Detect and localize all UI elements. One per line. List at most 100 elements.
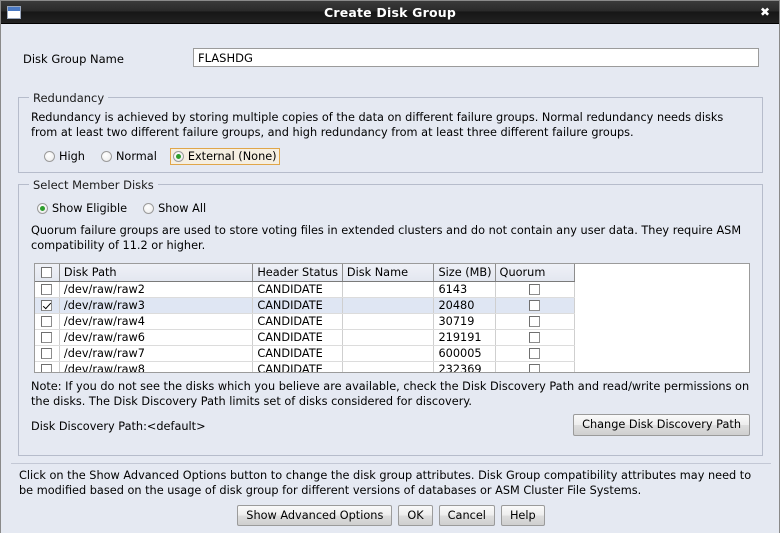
table-row[interactable]: /dev/raw/raw2 CANDIDATE 6143 [35,281,576,298]
row-select-cell[interactable] [35,313,60,330]
quorum-checkbox-icon[interactable] [529,348,541,359]
page-title: Create Disk Group [323,4,457,20]
radio-label: High [59,150,85,163]
cell-disk-name [342,345,435,362]
column-header-disk-name[interactable]: Disk Name [342,264,435,282]
radio-redundancy-normal[interactable]: Normal [98,148,160,165]
column-header-size-mb[interactable]: Size (MB) [433,264,496,282]
cell-header-status: CANDIDATE [252,329,343,346]
cell-disk-name [342,361,435,372]
cell-disk-path: /dev/raw/raw3 [59,297,254,314]
cell-header-status: CANDIDATE [252,297,343,314]
table-row[interactable]: /dev/raw/raw7 CANDIDATE 600005 [35,345,576,362]
disk-table: Disk Path Header Status Disk Name Size (… [35,264,576,372]
ok-button[interactable]: OK [398,505,433,526]
cell-disk-path: /dev/raw/raw6 [59,329,254,346]
cell-header-status: CANDIDATE [252,345,343,362]
radio-label: Show All [158,202,207,215]
disk-group-name-label: Disk Group Name [23,52,124,66]
row-select-cell[interactable] [35,361,60,372]
disk-table-container[interactable]: Disk Path Header Status Disk Name Size (… [34,263,750,373]
row-checkbox-icon[interactable] [41,284,53,295]
cell-size-mb: 219191 [433,329,496,346]
column-header-disk-path[interactable]: Disk Path [59,264,254,282]
cell-disk-name [342,281,435,298]
cell-size-mb: 232369 [433,361,496,372]
disk-filter-radio-group: Show Eligible Show All [34,200,219,217]
cell-disk-path: /dev/raw/raw4 [59,313,254,330]
cell-size-mb: 6143 [433,281,496,298]
radio-label: Normal [115,150,157,163]
select-all-checkbox-icon[interactable] [41,267,53,279]
quorum-checkbox-icon[interactable] [529,316,541,327]
cell-disk-name [342,329,435,346]
table-row[interactable]: /dev/raw/raw8 CANDIDATE 232369 [35,361,576,372]
cell-header-status: CANDIDATE [252,281,343,298]
cell-quorum[interactable] [495,361,576,372]
redundancy-radio-group: High Normal External (None) [41,148,290,165]
disk-discovery-path-value: Disk Discovery Path:<default> [31,420,206,433]
radio-redundancy-high[interactable]: High [41,148,88,165]
quorum-checkbox-icon[interactable] [529,364,541,372]
quorum-note: Quorum failure groups are used to store … [31,224,742,252]
footer-description: Click on the Show Advanced Options butto… [19,469,752,497]
cell-disk-path: /dev/raw/raw7 [59,345,254,362]
row-checkbox-icon[interactable] [41,348,53,359]
cell-quorum[interactable] [495,281,576,298]
table-row[interactable]: /dev/raw/raw3 CANDIDATE 20480 [35,297,576,314]
row-select-cell[interactable] [35,329,60,346]
table-row[interactable]: /dev/raw/raw4 CANDIDATE 30719 [35,313,576,330]
row-checkbox-icon[interactable] [41,300,53,311]
help-button[interactable]: Help [500,505,545,526]
table-body-filler [575,264,749,372]
cell-header-status: CANDIDATE [252,313,343,330]
radio-redundancy-external[interactable]: External (None) [169,148,280,165]
show-advanced-options-button[interactable]: Show Advanced Options [237,505,393,526]
disk-group-name-row: Disk Group Name [1,48,780,70]
select-member-disks-group: Select Member Disks Show Eligible Show A… [18,178,763,456]
footer-button-bar: Show Advanced Options OK Cancel Help [1,505,780,526]
row-checkbox-icon[interactable] [41,364,53,372]
radio-label: Show Eligible [52,202,128,215]
row-checkbox-icon[interactable] [41,316,53,327]
row-select-cell[interactable] [35,297,60,314]
quorum-checkbox-icon[interactable] [529,332,541,343]
cell-quorum[interactable] [495,313,576,330]
change-disk-discovery-path-button[interactable]: Change Disk Discovery Path [573,414,750,436]
cell-quorum[interactable] [495,329,576,346]
disk-group-name-input[interactable] [193,48,759,67]
radio-icon [100,151,112,162]
radio-icon [172,151,184,162]
cell-quorum[interactable] [495,345,576,362]
cancel-button[interactable]: Cancel [438,505,495,526]
cell-size-mb: 20480 [433,297,496,314]
column-header-header-status[interactable]: Header Status [252,264,343,282]
dialog-content: Disk Group Name Redundancy Redundancy is… [1,24,779,533]
quorum-checkbox-icon[interactable] [529,300,541,311]
cell-quorum[interactable] [495,297,576,314]
cell-size-mb: 30719 [433,313,496,330]
column-header-quorum[interactable]: Quorum [495,264,576,282]
disk-discovery-note: Note: If you do not see the disks which … [31,380,750,408]
row-select-cell[interactable] [35,345,60,362]
row-select-cell[interactable] [35,281,60,298]
disk-table-body: /dev/raw/raw2 CANDIDATE 6143 /dev/raw/ra… [35,281,576,372]
cell-disk-path: /dev/raw/raw8 [59,361,254,372]
redundancy-group-title: Redundancy [29,91,109,105]
row-checkbox-icon[interactable] [41,332,53,343]
redundancy-description: Redundancy is achieved by storing multip… [31,111,724,139]
table-row[interactable]: /dev/raw/raw6 CANDIDATE 219191 [35,329,576,346]
radio-show-eligible[interactable]: Show Eligible [34,200,130,217]
window-icon [7,5,21,19]
quorum-checkbox-icon[interactable] [529,284,541,295]
close-icon[interactable]: ✖ [760,6,770,18]
cell-disk-path: /dev/raw/raw2 [59,281,254,298]
footer-divider [11,463,771,464]
redundancy-group: Redundancy Redundancy is achieved by sto… [18,91,763,173]
select-all-header[interactable] [35,264,60,282]
radio-label: External (None) [187,150,277,163]
radio-icon [44,151,55,162]
radio-icon [37,203,48,214]
radio-show-all[interactable]: Show All [140,200,209,217]
create-disk-group-dialog: Create Disk Group ✖ Disk Group Name Redu… [0,0,780,533]
